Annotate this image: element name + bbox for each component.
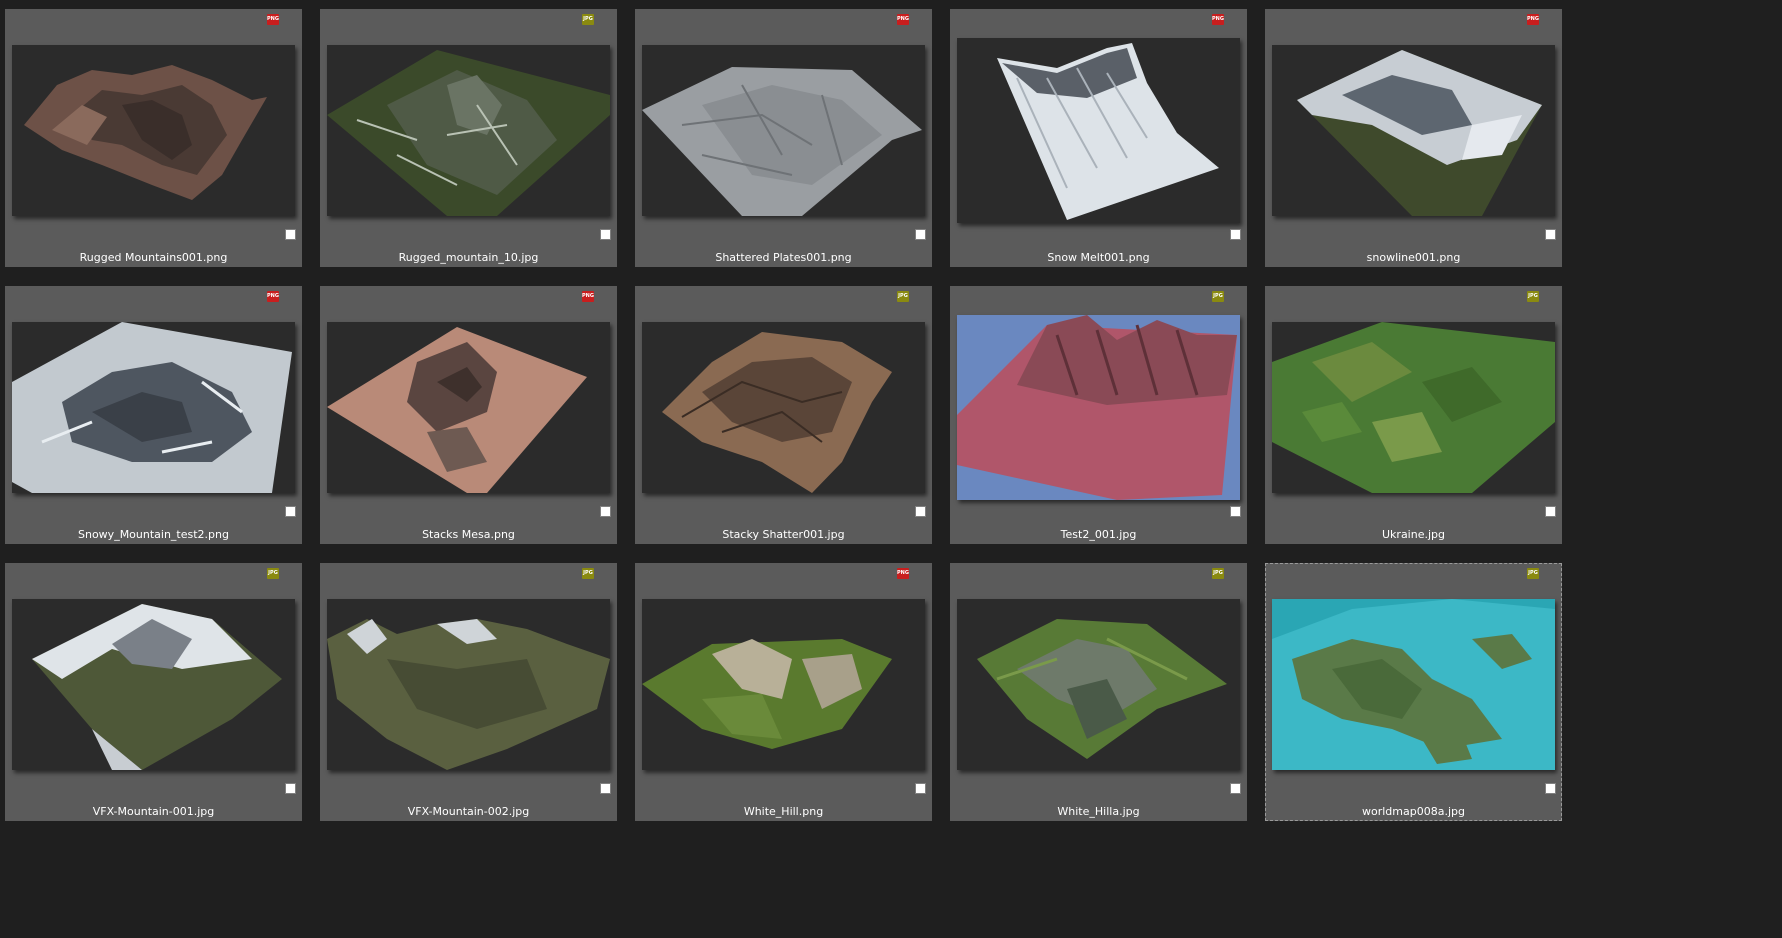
file-tile-ukraine[interactable]: JPG Ukraine.jpg xyxy=(1265,286,1562,544)
select-checkbox[interactable] xyxy=(915,783,926,794)
select-checkbox[interactable] xyxy=(915,506,926,517)
png-file-icon: PNG xyxy=(897,14,909,25)
file-tile-rugged-mountains001[interactable]: PNG Rugged Mountains001.png xyxy=(5,9,302,267)
file-tile-shattered-plates001[interactable]: PNG Shattered Plates001.png xyxy=(635,9,932,267)
file-tile-test2-001[interactable]: JPG Test2_001.jpg xyxy=(950,286,1247,544)
file-name: Snowy_Mountain_test2.png xyxy=(78,528,229,541)
select-checkbox[interactable] xyxy=(285,229,296,240)
file-name: VFX-Mountain-001.jpg xyxy=(92,805,215,818)
terrain-thumbnail xyxy=(327,322,610,493)
file-name: worldmap008a.jpg xyxy=(1362,805,1465,818)
select-checkbox[interactable] xyxy=(1545,229,1556,240)
terrain-thumbnail xyxy=(957,38,1240,223)
file-name: White_Hilla.jpg xyxy=(1057,805,1140,818)
file-name: VFX-Mountain-002.jpg xyxy=(407,805,530,818)
file-tile-stacky-shatter001[interactable]: JPG Stacky Shatter001.jpg xyxy=(635,286,932,544)
file-name: Test2_001.jpg xyxy=(1060,528,1137,541)
png-file-icon: PNG xyxy=(897,568,909,579)
select-checkbox[interactable] xyxy=(285,506,296,517)
file-tile-white-hilla[interactable]: JPG White_Hilla.jpg xyxy=(950,563,1247,821)
select-checkbox[interactable] xyxy=(285,783,296,794)
file-thumbnail-grid: PNG Rugged Mountains001.png JPG Rugged_m… xyxy=(0,0,1568,825)
png-file-icon: PNG xyxy=(267,14,279,25)
jpg-file-icon: JPG xyxy=(1527,291,1539,302)
file-name: Stacky Shatter001.jpg xyxy=(722,528,845,541)
terrain-thumbnail xyxy=(1272,322,1555,493)
file-tile-snowy-mountain-test2[interactable]: PNG Snowy_Mountain_test2.png xyxy=(5,286,302,544)
select-checkbox[interactable] xyxy=(600,783,611,794)
jpg-file-icon: JPG xyxy=(582,14,594,25)
terrain-thumbnail xyxy=(12,45,295,216)
file-tile-snow-melt001[interactable]: PNG Snow Melt001.png xyxy=(950,9,1247,267)
file-tile-snowline001[interactable]: PNG snowline001.png xyxy=(1265,9,1562,267)
select-checkbox[interactable] xyxy=(1230,783,1241,794)
jpg-file-icon: JPG xyxy=(1212,568,1224,579)
file-name: White_Hill.png xyxy=(743,805,824,818)
file-name: Stacks Mesa.png xyxy=(422,528,515,541)
select-checkbox[interactable] xyxy=(1230,506,1241,517)
select-checkbox[interactable] xyxy=(1545,783,1556,794)
file-tile-stacks-mesa[interactable]: PNG Stacks Mesa.png xyxy=(320,286,617,544)
png-file-icon: PNG xyxy=(582,291,594,302)
select-checkbox[interactable] xyxy=(600,506,611,517)
terrain-thumbnail xyxy=(642,599,925,770)
file-tile-worldmap008a[interactable]: JPG worldmap008a.jpg xyxy=(1265,563,1562,821)
file-name: Ukraine.jpg xyxy=(1382,528,1445,541)
png-file-icon: PNG xyxy=(267,291,279,302)
terrain-thumbnail xyxy=(327,599,610,770)
terrain-thumbnail xyxy=(642,322,925,493)
select-checkbox[interactable] xyxy=(1230,229,1241,240)
select-checkbox[interactable] xyxy=(1545,506,1556,517)
terrain-thumbnail xyxy=(1272,45,1555,216)
terrain-thumbnail xyxy=(327,45,610,216)
file-tile-vfx-mountain-002[interactable]: JPG VFX-Mountain-002.jpg xyxy=(320,563,617,821)
jpg-file-icon: JPG xyxy=(582,568,594,579)
file-name: Rugged_mountain_10.jpg xyxy=(398,251,539,264)
terrain-thumbnail xyxy=(12,599,295,770)
terrain-thumbnail xyxy=(642,45,925,216)
terrain-thumbnail xyxy=(1272,599,1555,770)
terrain-thumbnail xyxy=(12,322,295,493)
file-tile-white-hill[interactable]: PNG White_Hill.png xyxy=(635,563,932,821)
file-name: Shattered Plates001.png xyxy=(715,251,852,264)
jpg-file-icon: JPG xyxy=(1212,291,1224,302)
file-name: Snow Melt001.png xyxy=(1047,251,1150,264)
png-file-icon: PNG xyxy=(1212,14,1224,25)
file-tile-rugged-mountain-10[interactable]: JPG Rugged_mountain_10.jpg xyxy=(320,9,617,267)
file-name: Rugged Mountains001.png xyxy=(79,251,228,264)
jpg-file-icon: JPG xyxy=(897,291,909,302)
png-file-icon: PNG xyxy=(1527,14,1539,25)
file-name: snowline001.png xyxy=(1366,251,1461,264)
jpg-file-icon: JPG xyxy=(1527,568,1539,579)
jpg-file-icon: JPG xyxy=(267,568,279,579)
file-tile-vfx-mountain-001[interactable]: JPG VFX-Mountain-001.jpg xyxy=(5,563,302,821)
terrain-thumbnail xyxy=(957,599,1240,770)
select-checkbox[interactable] xyxy=(915,229,926,240)
select-checkbox[interactable] xyxy=(600,229,611,240)
terrain-thumbnail xyxy=(957,315,1240,500)
